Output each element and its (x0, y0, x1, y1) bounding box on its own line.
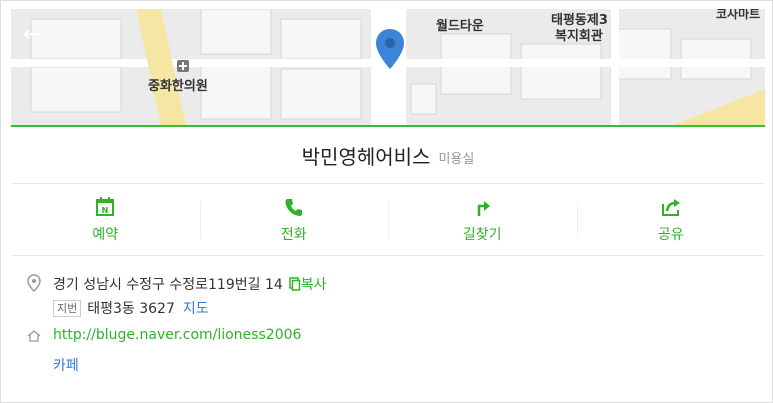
jibun-badge: 지번 (53, 299, 82, 317)
place-category: 미용실 (438, 152, 475, 167)
directions-button[interactable]: 길찾기 (388, 184, 577, 255)
map-link[interactable]: 지도 (183, 298, 209, 318)
call-button[interactable]: 전화 (199, 184, 389, 255)
cafe-row: 카페 (53, 355, 79, 375)
accent-divider (11, 125, 765, 127)
svg-text:N: N (102, 206, 109, 215)
share-icon (661, 198, 680, 216)
calendar-icon: N (96, 196, 115, 216)
road-address-row: 경기 성남시 수정구 수정로119번길 14 복사 (53, 274, 327, 294)
map-label-worldtown: 월드타운 (436, 19, 484, 34)
address-pin-icon (27, 274, 41, 292)
share-label: 공유 (657, 226, 684, 243)
phone-icon (285, 198, 302, 216)
reserve-button[interactable]: N 예약 (11, 184, 200, 255)
call-label: 전화 (280, 226, 307, 243)
share-button[interactable]: 공유 (576, 184, 766, 255)
copy-address-button[interactable]: 복사 (289, 274, 327, 294)
website-row: http://bluge.naver.com/lioness2006 (53, 327, 301, 343)
jibun-address: 태평3동 3627 (87, 301, 175, 317)
copy-icon (289, 277, 301, 291)
location-pin-icon[interactable] (373, 27, 407, 71)
home-icon (27, 330, 41, 342)
map-label-corner: 코사마트 (716, 9, 761, 21)
back-arrow-icon[interactable]: ← (23, 23, 49, 47)
website-link[interactable]: http://bluge.naver.com/lioness2006 (53, 327, 301, 343)
action-bar: N 예약 전화 길찾기 공유 (11, 184, 765, 256)
cafe-link[interactable]: 카페 (53, 355, 79, 375)
directions-label: 길찾기 (462, 226, 502, 243)
reserve-label: 예약 (92, 226, 119, 243)
jibun-row: 지번 태평3동 3627 지도 (53, 298, 209, 318)
map-label-clinic: 중화한의원 (148, 79, 208, 94)
clinic-icon (177, 60, 189, 72)
place-panel: ← 월드타운 태평동제3 복지회관 코사마트 중화한의원 박민영헤어비스 미용실 (0, 0, 773, 403)
map-label-welfare-line2: 복지회관 (555, 29, 603, 44)
map-view[interactable]: ← 월드타운 태평동제3 복지회관 코사마트 중화한의원 (11, 9, 765, 126)
road-address: 경기 성남시 수정구 수정로119번길 14 (53, 277, 283, 293)
place-info: 경기 성남시 수정구 수정로119번길 14 복사 지번 태평3동 3627 지… (11, 255, 765, 391)
place-name: 박민영헤어비스 (301, 145, 431, 169)
copy-label: 복사 (300, 277, 327, 293)
directions-icon (478, 200, 491, 216)
place-header: 박민영헤어비스 미용실 (11, 128, 765, 184)
